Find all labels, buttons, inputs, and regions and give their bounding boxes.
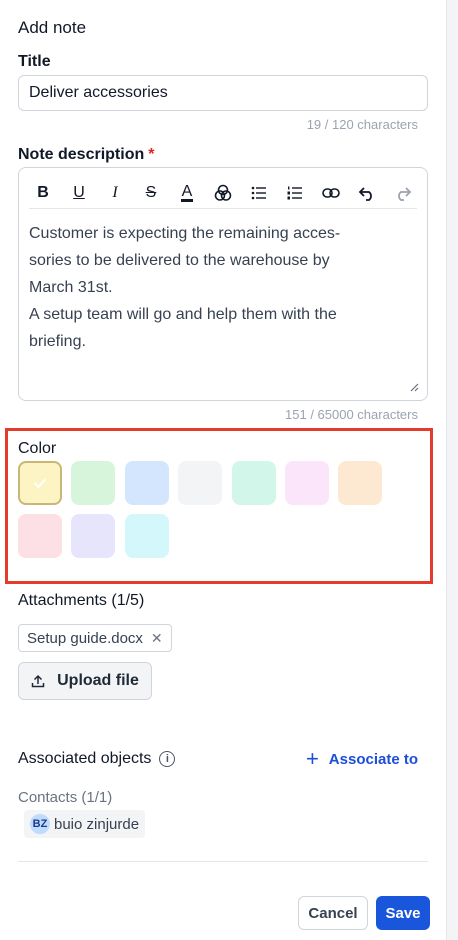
fill-color-button[interactable]: [209, 180, 237, 206]
remove-attachment-icon[interactable]: ✕: [151, 630, 163, 647]
associated-objects-heading: Associated objects i: [18, 750, 176, 768]
undo-button[interactable]: [353, 180, 381, 206]
contacts-label: Contacts (1/1): [18, 789, 113, 806]
resize-handle-icon[interactable]: [409, 382, 419, 392]
color-swatch[interactable]: [232, 461, 276, 505]
title-label: Title: [18, 53, 51, 70]
bold-icon: B: [37, 184, 49, 201]
color-swatch[interactable]: [125, 514, 169, 558]
attachment-file-name: Setup guide.docx: [27, 629, 143, 647]
description-line: A setup team will go and help them with …: [29, 306, 337, 323]
color-swatch[interactable]: [285, 461, 329, 505]
description-text[interactable]: Customer is expecting the remaining acce…: [29, 220, 399, 355]
panel-title: Add note: [18, 18, 87, 37]
italic-icon: I: [112, 184, 118, 201]
redo-button[interactable]: [389, 180, 417, 206]
italic-button[interactable]: I: [101, 180, 129, 206]
contact-name: buio zinjurde: [54, 815, 140, 833]
link-button[interactable]: [317, 180, 345, 206]
add-note-panel: Add note Title Deliver accessories 19 / …: [0, 0, 447, 940]
description-label-text: Note description: [18, 146, 145, 163]
cancel-button[interactable]: Cancel: [298, 896, 368, 930]
editor-toolbar: B U I S A: [29, 178, 417, 209]
numbered-list-icon: [287, 186, 302, 200]
text-color-button[interactable]: A: [173, 180, 201, 206]
title-input[interactable]: Deliver accessories: [18, 75, 428, 111]
description-label: Note description *: [18, 146, 154, 164]
link-icon: [322, 188, 340, 198]
title-input-value: Deliver accessories: [29, 84, 168, 101]
required-marker: *: [148, 146, 155, 163]
strikethrough-icon: S: [145, 184, 157, 201]
color-section-highlight: [5, 428, 433, 584]
description-editor[interactable]: B U I S A Customer is expecting the rema…: [18, 167, 428, 401]
color-swatch[interactable]: [71, 461, 115, 505]
check-icon: [33, 478, 47, 489]
color-swatch[interactable]: [18, 461, 62, 505]
numbered-list-button[interactable]: [281, 180, 309, 206]
associated-objects-label: Associated objects: [18, 750, 152, 767]
description-line: briefing.: [29, 333, 86, 350]
text-color-icon: A: [180, 182, 194, 202]
footer-divider: [18, 861, 428, 862]
bulleted-list-button[interactable]: [245, 180, 273, 206]
upload-file-button[interactable]: Upload file: [18, 662, 152, 700]
bold-button[interactable]: B: [29, 180, 57, 206]
contact-chip[interactable]: BZ buio zinjurde: [24, 810, 146, 838]
color-swatch[interactable]: [338, 461, 382, 505]
strikethrough-button[interactable]: S: [137, 180, 165, 206]
undo-icon: [358, 187, 372, 201]
color-swatch[interactable]: [18, 514, 62, 558]
description-line: sories to be delivered to the warehouse …: [29, 252, 330, 269]
color-swatch[interactable]: [71, 514, 115, 558]
save-button[interactable]: Save: [376, 896, 430, 930]
associate-to-label: Associate to: [328, 750, 418, 768]
description-line: March 31st.: [29, 279, 113, 296]
color-label: Color: [18, 440, 57, 457]
underline-button[interactable]: U: [65, 180, 93, 206]
color-swatch[interactable]: [125, 461, 169, 505]
color-swatch[interactable]: [178, 461, 222, 505]
underline-icon: U: [73, 184, 85, 201]
upload-icon: [31, 674, 45, 688]
plus-icon: +: [305, 746, 319, 771]
side-strip: [447, 0, 458, 940]
upload-file-label: Upload file: [57, 672, 139, 689]
fill-color-icon: [214, 184, 232, 201]
avatar: BZ: [30, 814, 50, 834]
description-line: Customer is expecting the remaining acce…: [29, 225, 341, 242]
attachment-chip: Setup guide.docx ✕: [18, 624, 172, 652]
description-char-counter: 151 / 65000 characters: [285, 407, 418, 422]
info-icon[interactable]: i: [159, 751, 176, 767]
associate-to-button[interactable]: + Associate to: [305, 746, 418, 771]
redo-icon: [398, 187, 412, 201]
attachments-label: Attachments (1/5): [18, 592, 145, 609]
bulleted-list-icon: [251, 186, 266, 200]
title-char-counter: 19 / 120 characters: [306, 117, 418, 132]
